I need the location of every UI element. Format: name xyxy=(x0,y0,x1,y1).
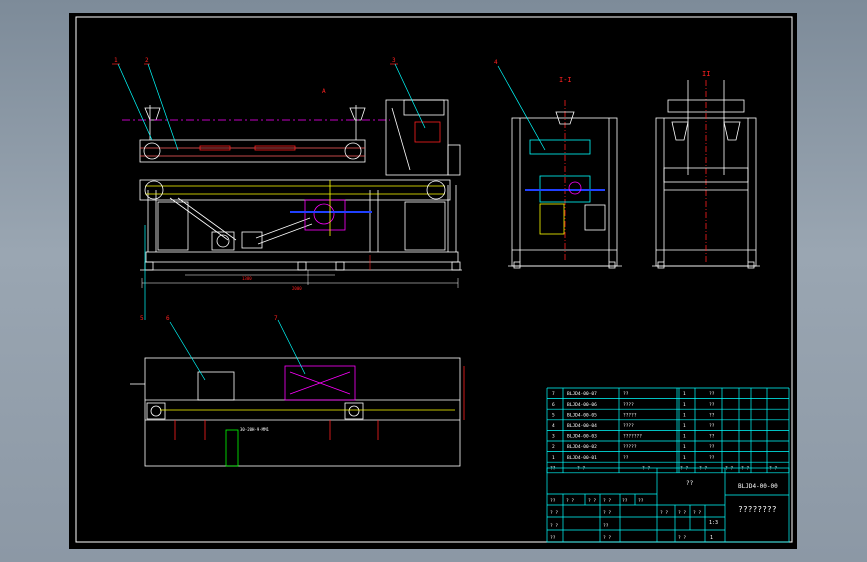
engineering-drawing: 1 2 3 A 2000 1380 I-I 4 II 5 6 7 30-20H-… xyxy=(75,16,793,543)
bom-cell-name: ???? xyxy=(623,423,634,429)
bom-cell-name: ??????? xyxy=(623,434,642,440)
title-block-cell: ?? xyxy=(603,523,609,529)
side-view-section-I xyxy=(508,100,622,269)
bom-header-qty: ? ? xyxy=(680,465,688,471)
title-block-cell: ? ? xyxy=(678,510,686,516)
title-mark: ?? xyxy=(686,480,694,487)
drawing-border xyxy=(75,16,793,543)
bom-header-note: ? ? xyxy=(769,465,777,471)
bom-cell-no: 3 xyxy=(552,434,555,440)
balloon-4: 4 xyxy=(494,59,498,66)
bom-cell-qty: 1 xyxy=(683,412,686,418)
bom-header-name: ? ? xyxy=(642,465,650,471)
bom-cell-no: 7 xyxy=(552,391,555,397)
bom-cell-no: 6 xyxy=(552,402,555,408)
bom-cell-material: ?? xyxy=(709,402,715,408)
title-block-cell: ? ? xyxy=(660,510,668,516)
bom-header-material: ? ? xyxy=(699,465,707,471)
title-block-cell: ?? xyxy=(550,498,556,504)
bom-cell-name: ???? xyxy=(623,402,634,408)
bom-cell-name: ?? xyxy=(623,391,629,397)
title-block-cell: ? ? xyxy=(550,510,558,516)
bom-cell-name: ?? xyxy=(623,455,629,461)
bom-cell-no: 4 xyxy=(552,423,555,429)
bom-cell-code: BLJD4-00-07 xyxy=(567,391,597,397)
scale-value: 1:3 xyxy=(709,520,718,526)
bom-cell-material: ?? xyxy=(709,412,715,418)
title-block-cell: ? ? xyxy=(603,498,611,504)
bom-cell-material: ?? xyxy=(709,423,715,429)
bom-cell-qty: 1 xyxy=(683,455,686,461)
balloon-5: 5 xyxy=(140,315,144,322)
side-view-section-II xyxy=(652,80,760,269)
sheet-value: 1 xyxy=(710,535,713,541)
balloon-1: 1 xyxy=(114,57,118,64)
balloon-2: 2 xyxy=(145,57,149,64)
bom-cell-no: 5 xyxy=(552,412,555,418)
bom-cell-material: ?? xyxy=(709,391,715,397)
plan-caption: 30-20H-9-MM1 xyxy=(240,427,269,432)
bom-cell-qty: 1 xyxy=(683,444,686,450)
bom-cell-code: BLJD4-00-03 xyxy=(567,434,597,440)
title-block-cell: ? ? xyxy=(603,510,611,516)
front-view xyxy=(122,99,462,288)
bom-cell-code: BLJD4-00-01 xyxy=(567,455,597,461)
dim-lower: 1380 xyxy=(242,276,252,281)
bom-cell-code: BLJD4-00-02 xyxy=(567,444,597,450)
bom-cell-code: BLJD4-00-04 xyxy=(567,423,597,429)
balloon-6: 6 xyxy=(166,315,170,322)
title-block-cell: ? ? xyxy=(678,535,686,541)
bill-of-materials: 7 BLJD4-00-07?? 1 ?? 6 BLJD4-00-06???? 1 ?? 5 BLJ… xyxy=(546,387,790,474)
bom-cell-name: ????? xyxy=(623,444,637,450)
section-label-top: I-I xyxy=(559,76,572,84)
balloon-7: 7 xyxy=(274,315,278,322)
bom-cell-qty: 1 xyxy=(683,434,686,440)
title-block-cell: ? ? xyxy=(603,535,611,541)
bom-header-weight-2: ? ? xyxy=(741,465,749,471)
cad-viewport: 1 2 3 A 2000 1380 I-I 4 II 5 6 7 30-20H-… xyxy=(0,0,867,562)
title-block-cell: ?? xyxy=(550,535,556,541)
bom-cell-material: ?? xyxy=(709,434,715,440)
title-block-cell: ? ? xyxy=(693,510,701,516)
section-label-right: II xyxy=(702,70,710,78)
bom-header-weight-1: ? ? xyxy=(725,465,733,471)
bom-header-no: ?? xyxy=(550,465,556,471)
title-block-cell: ? ? xyxy=(550,523,558,529)
bom-cell-qty: 1 xyxy=(683,402,686,408)
balloon-3: 3 xyxy=(392,57,396,64)
view-arrow-label: A xyxy=(322,88,326,95)
drawing-number: BLJD4-00-00 xyxy=(738,483,778,490)
dim-overall: 2000 xyxy=(292,286,302,291)
bom-header-code: ? ? xyxy=(577,465,585,471)
title-block-cell: ? ? xyxy=(566,498,574,504)
bom-cell-qty: 1 xyxy=(683,423,686,429)
bom-cell-qty: 1 xyxy=(683,391,686,397)
bom-cell-material: ?? xyxy=(709,455,715,461)
bom-cell-material: ?? xyxy=(709,444,715,450)
bom-cell-no: 2 xyxy=(552,444,555,450)
title-block-cells: ?? ? ? ? ? ? ????? ? ? ? ? ? ????? ? ? ? ? ? ? ? ?… xyxy=(550,498,701,541)
title-block-cell: ?? xyxy=(622,498,628,504)
title-block-cell: ?? xyxy=(638,498,644,504)
bom-cell-no: 1 xyxy=(552,455,555,461)
bom-cell-name: ????? xyxy=(623,412,637,418)
bom-cell-code: BLJD4-00-06 xyxy=(567,402,597,408)
title-block-cell: ? ? xyxy=(588,498,596,504)
drawing-name: ???????? xyxy=(738,505,777,514)
plan-view xyxy=(130,357,465,467)
bom-cell-code: BLJD4-00-05 xyxy=(567,412,597,418)
